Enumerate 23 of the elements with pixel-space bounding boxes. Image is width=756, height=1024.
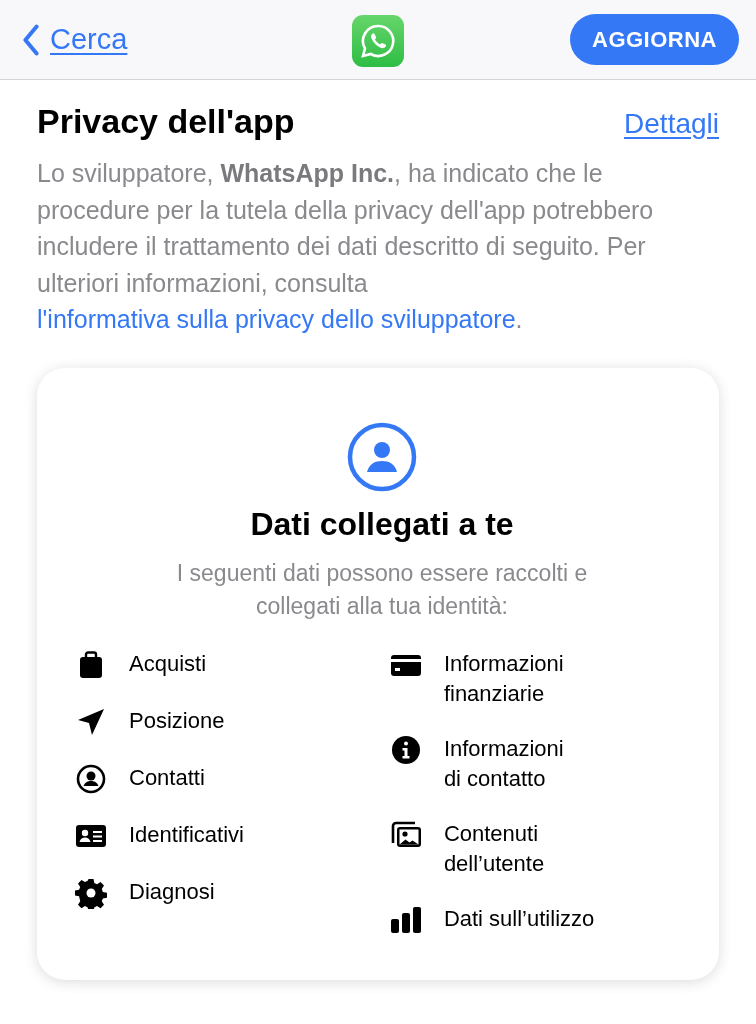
details-link[interactable]: Dettagli [624,108,719,140]
data-type-label: Contatti [129,763,205,792]
card-title: Dati collegati a te [250,505,514,543]
data-type-label: Dati sull’utilizzo [443,904,595,933]
data-type-label: Informazioni di contatto [443,734,564,793]
gear-icon [75,876,107,909]
info-icon [389,733,422,766]
person-circle-icon [347,421,417,492]
data-type-label: Identificativi [129,820,244,849]
data-type-label: Posizione [129,706,225,735]
app-icon [352,15,404,67]
card-subtitle: I seguenti dati possono essere raccolti e collegati alla tua identità: [175,558,589,621]
chevron-icon [22,23,40,56]
update-button[interactable]: AGGIORNA [570,14,739,65]
privacy-policy-link[interactable]: l'informativa sulla privacy dello sviluppatore [37,305,516,333]
description-text: Lo sviluppatore, WhatsApp Inc., ha indicato che le procedure per la tutela della privacy dell'app potrebbero includere il trattamento dei dati descritto di seguito. Per ulteriori informazioni, consulta l'informativa sulla privacy dello sviluppatore. [37,158,655,335]
data-type-label: Acquisti [129,649,207,678]
data-type-label: Informazioni finanziarie [443,649,564,708]
data-type-label: Diagnosi [129,877,215,906]
back-link[interactable]: Cerca [22,23,128,56]
section-title: Privacy dell'app [37,102,295,141]
data-type-label: Contenuti dell’utente [443,819,545,878]
person-circle-icon [75,762,107,795]
